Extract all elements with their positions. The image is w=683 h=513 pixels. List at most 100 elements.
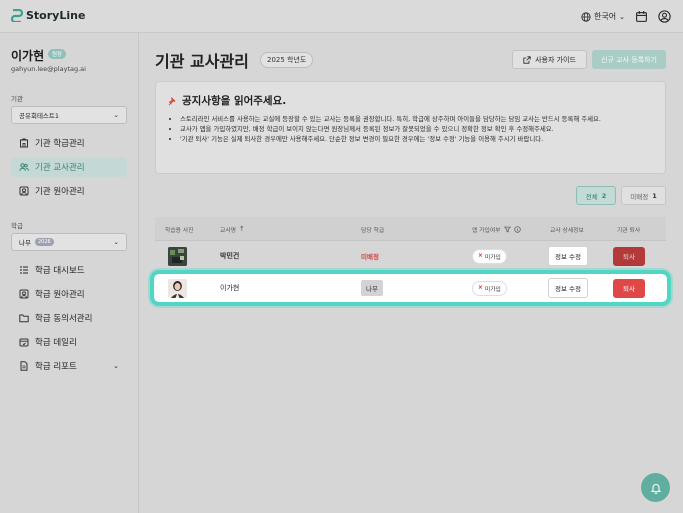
- institution-label: 기관: [11, 95, 23, 103]
- column-header-class: 담당 학급: [361, 227, 385, 234]
- column-header-photo: 학습용 사진: [165, 227, 194, 234]
- teacher-table: 학습용 사진 교사명 ↑ 담당 학급 앱 가입여부 교사 상세정보 기관 퇴사: [150, 217, 671, 306]
- table-header: 학습용 사진 교사명 ↑ 담당 학급 앱 가입여부 교사 상세정보 기관 퇴사: [155, 217, 666, 241]
- info-cell: 정보 수정: [548, 242, 588, 270]
- filter-all-count: 2: [601, 191, 607, 200]
- column-header-teacher-label: 교사명: [220, 227, 236, 234]
- notice-item: '기관 퇴사' 기능은 실제 퇴사한 경우에만 사용해주세요. 단순한 정보 변…: [180, 135, 658, 145]
- filter-unassigned-count: 1: [652, 191, 657, 200]
- profile-icon[interactable]: [658, 10, 671, 23]
- filter-all-label: 전체: [585, 192, 598, 201]
- teacher-photo-cell: [168, 242, 187, 270]
- user-email: gahyun.lee@playtag.ai: [11, 65, 86, 73]
- top-bar: StoryLine 한국어 ⌄: [0, 0, 683, 33]
- filter-unassigned-label: 미배정: [630, 192, 649, 201]
- sidebar-item-label: 학급 리포트: [35, 362, 77, 372]
- academic-year-chip: 2025 학년도: [260, 52, 314, 68]
- class-select[interactable]: 나무 2026 ⌄: [11, 233, 127, 251]
- app-status-badge: × 미가입: [472, 280, 507, 296]
- language-selector[interactable]: 한국어 ⌄: [581, 11, 625, 22]
- avatar: [168, 246, 187, 266]
- notice-title-text: 공지사항을 읽어주세요.: [182, 95, 287, 107]
- dashboard-icon: [20, 266, 28, 274]
- user-name: 이가현: [11, 49, 45, 63]
- sidebar-item-institution-child[interactable]: 기관 원아관리: [11, 181, 127, 201]
- class-chip: 나무: [361, 280, 383, 296]
- page-title: 기관 교사관리: [155, 52, 249, 71]
- teacher-name: 이가현: [220, 284, 240, 292]
- notice-item: 교사가 앱을 가입하였지만, 배정 학급이 보이지 않는다면 원장님께서 등록된…: [180, 125, 658, 135]
- class-cell: 나무: [361, 274, 383, 302]
- app-status-cell: × 미가입: [472, 274, 507, 302]
- pin-icon: [168, 96, 176, 105]
- resign-button[interactable]: 퇴사: [613, 278, 645, 298]
- class-year-badge: 2026: [34, 238, 54, 246]
- column-header-teacher[interactable]: 교사명 ↑: [220, 217, 245, 241]
- x-icon: ×: [478, 285, 483, 291]
- chevron-down-icon: ⌄: [113, 362, 119, 370]
- app-status-label: 미가입: [484, 286, 501, 293]
- child-icon: [19, 186, 29, 196]
- sort-up-icon: ↑: [239, 225, 245, 233]
- avatar-image: [168, 246, 187, 266]
- teacher-photo-cell: [168, 274, 187, 302]
- chevron-down-icon: ⌄: [113, 238, 119, 246]
- sidebar-item-class-consent[interactable]: 학급 동의서관리: [11, 308, 127, 328]
- unassigned-label: 미배정: [361, 253, 379, 261]
- institution-select[interactable]: 공유회테스트1 ⌄: [11, 106, 127, 124]
- sidebar-item-label: 기관 원아관리: [35, 187, 85, 197]
- filter-all-button[interactable]: 전체 2: [576, 186, 616, 205]
- edit-info-button[interactable]: 정보 수정: [548, 246, 588, 266]
- sidebar-item-class-report[interactable]: 학급 리포트 ⌄: [11, 356, 127, 376]
- institution-select-value: 공유회테스트1: [19, 112, 60, 120]
- table-row-highlighted: 이가현 나무 × 미가입 정보 수정 퇴사: [150, 270, 671, 306]
- app-status-cell: × 미가입: [472, 242, 507, 270]
- notice-item: 스토리라인 서비스를 사용하는 교실에 등장할 수 있는 교사는 등록을 권장합…: [180, 115, 658, 125]
- chevron-down-icon: ⌄: [619, 12, 625, 21]
- globe-icon: [581, 11, 591, 22]
- language-label: 한국어: [594, 12, 617, 21]
- register-teacher-button[interactable]: 신규 교사 등록하기: [592, 50, 666, 69]
- edit-info-button[interactable]: 정보 수정: [548, 278, 588, 298]
- resign-button[interactable]: 퇴사: [613, 246, 645, 266]
- building-icon: [19, 138, 29, 148]
- external-link-icon: [523, 55, 531, 64]
- app-status-label: 미가입: [484, 254, 501, 261]
- bell-icon: [650, 483, 661, 494]
- notice-title: 공지사항을 읽어주세요.: [168, 93, 286, 108]
- avatar: [168, 278, 187, 298]
- sidebar-item-label: 기관 교사관리: [35, 163, 85, 173]
- column-header-resign: 기관 퇴사: [617, 227, 641, 234]
- notice-list: 스토리라인 서비스를 사용하는 교실에 등장할 수 있는 교사는 등록을 권장합…: [174, 115, 658, 145]
- sidebar-item-class-dashboard[interactable]: 학급 대시보드: [11, 260, 127, 280]
- sidebar-item-institution-teacher[interactable]: 기관 교사관리: [11, 157, 127, 177]
- filter-unassigned-button[interactable]: 미배정 1: [621, 186, 666, 205]
- sidebar-item-label: 학급 대시보드: [35, 266, 85, 276]
- user-guide-button[interactable]: 사용자 가이드: [512, 50, 587, 69]
- column-header-app-label: 앱 가입여부: [472, 227, 501, 234]
- resign-cell: 퇴사: [613, 242, 645, 270]
- table-row: 박민건 미배정 × 미가입 정보 수정 퇴사: [155, 242, 666, 270]
- column-header-info: 교사 상세정보: [550, 227, 584, 234]
- sidebar-item-institution-class[interactable]: 기관 학급관리: [11, 133, 127, 153]
- sidebar-item-class-child[interactable]: 학급 원아관리: [11, 284, 127, 304]
- class-select-value: 나무: [19, 239, 31, 247]
- teacher-name: 박민건: [220, 252, 240, 260]
- users-icon: [19, 163, 29, 171]
- child-icon: [19, 289, 29, 299]
- notice-panel: 공지사항을 읽어주세요. 스토리라인 서비스를 사용하는 교실에 등장할 수 있…: [155, 81, 666, 174]
- logo-text: StoryLine: [26, 9, 86, 22]
- filter-icon[interactable]: [503, 226, 511, 233]
- class-label: 학급: [11, 222, 23, 230]
- calendar-icon[interactable]: [635, 10, 648, 23]
- sidebar-item-class-daily[interactable]: 학급 데일리: [11, 332, 127, 352]
- app-status-badge: × 미가입: [472, 248, 507, 264]
- chevron-down-icon: ⌄: [113, 111, 119, 119]
- calendar-icon: [19, 338, 29, 347]
- notification-button[interactable]: [641, 473, 670, 502]
- info-icon[interactable]: [513, 225, 521, 233]
- app-logo[interactable]: StoryLine: [11, 9, 85, 22]
- document-icon: [20, 361, 28, 371]
- logo-icon: [11, 9, 23, 22]
- avatar-image: [168, 278, 187, 298]
